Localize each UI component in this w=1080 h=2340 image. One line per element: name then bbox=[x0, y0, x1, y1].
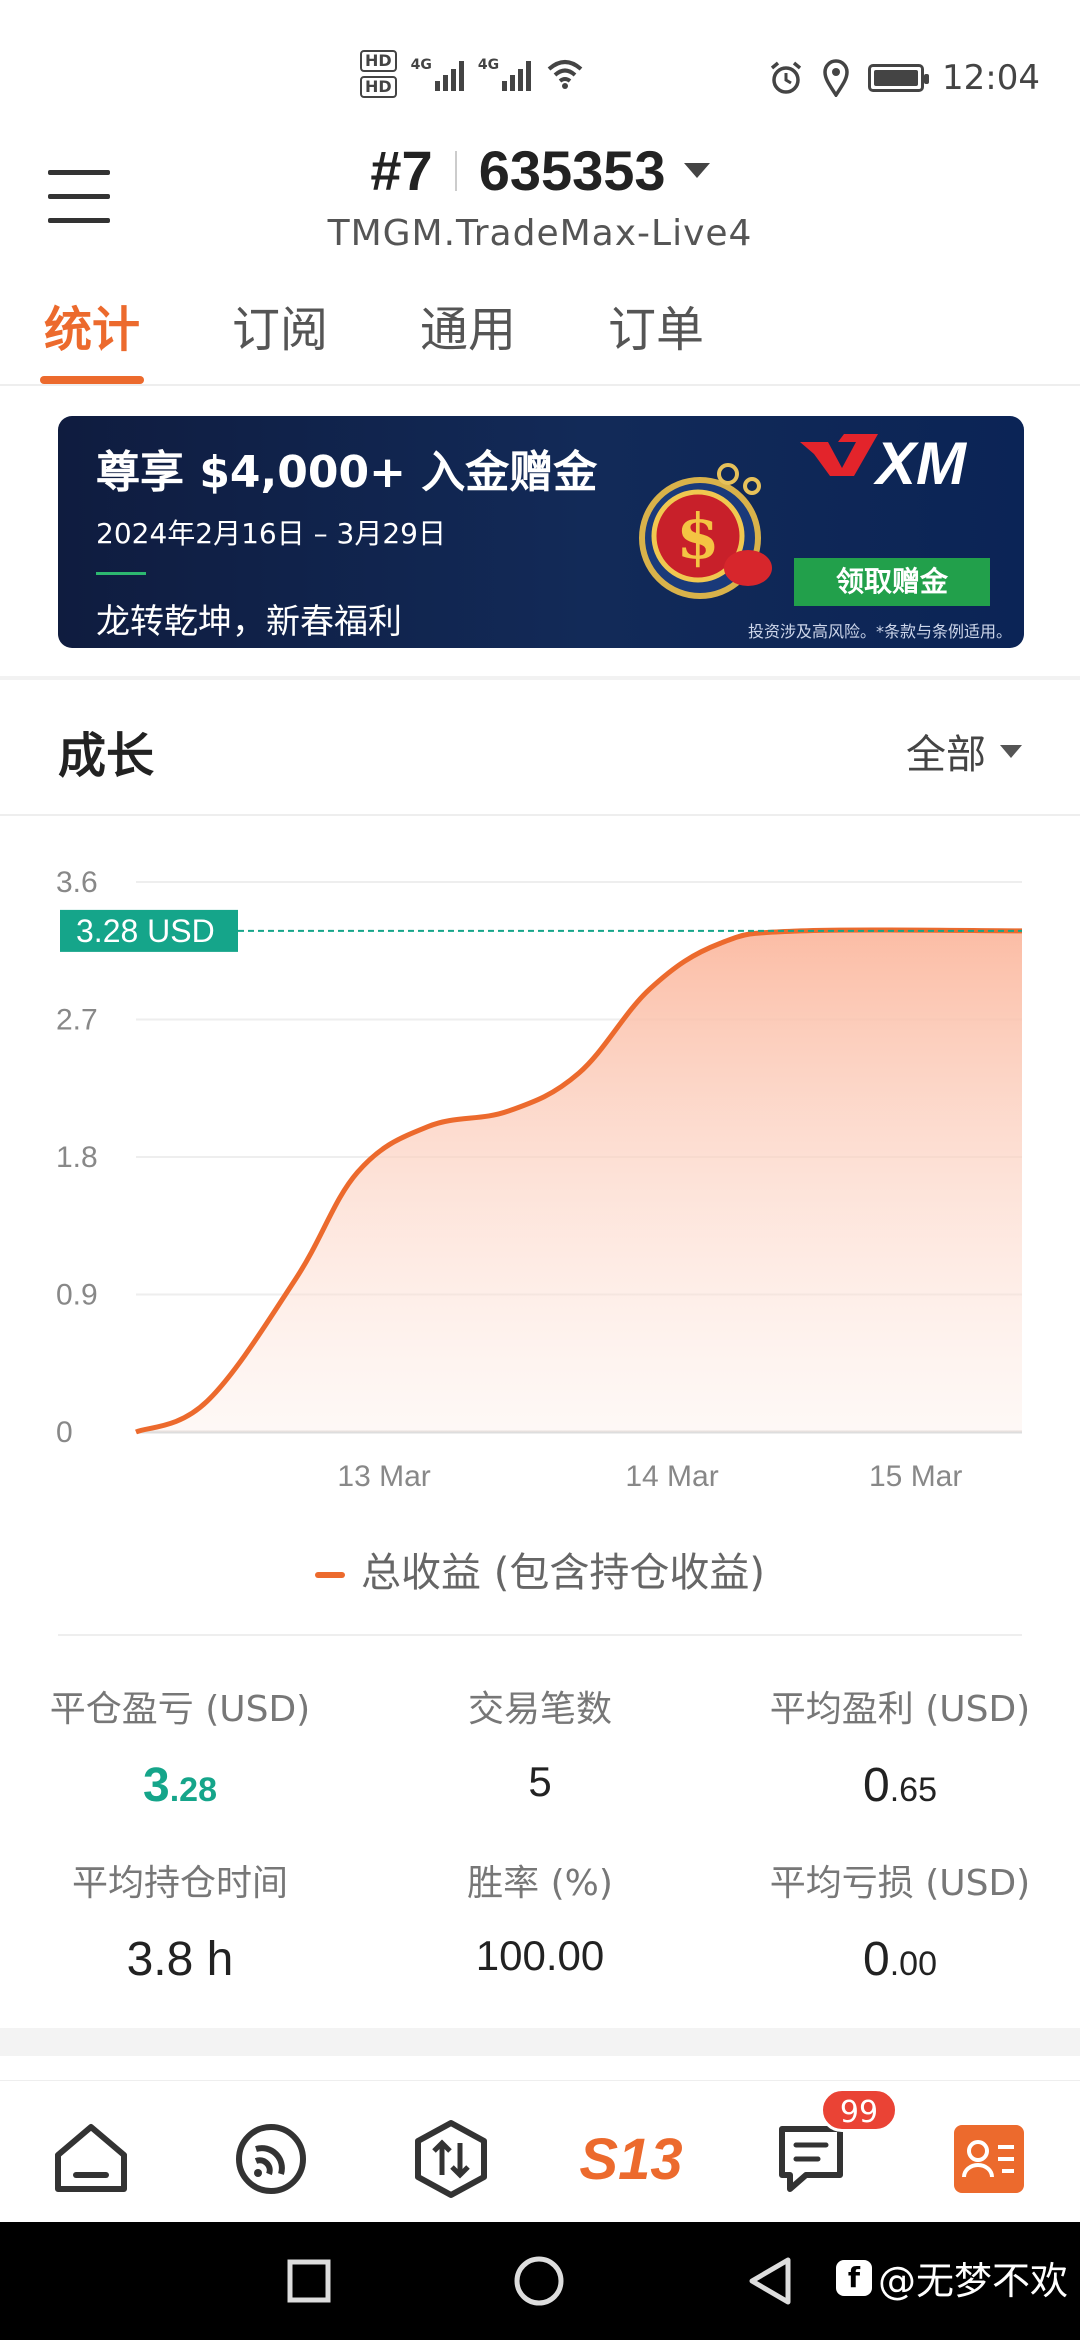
signal-strength-icon: 4G bbox=[411, 57, 464, 91]
x-tick-label: 15 Mar bbox=[869, 1460, 962, 1493]
legend-label: 总收益 (包含持仓收益) bbox=[361, 1550, 765, 1596]
banner-subtitle: 龙转乾坤，新春福利 bbox=[96, 602, 402, 642]
growth-area bbox=[136, 929, 1022, 1432]
period-filter[interactable]: 全部 bbox=[906, 722, 1022, 780]
stat-value: 3.28 bbox=[143, 1759, 217, 1812]
account-prefix: #7 bbox=[370, 139, 433, 202]
stat-label: 胜率 (%) bbox=[467, 1863, 613, 1904]
tab-bar: 统计 订阅 通用 订单 bbox=[0, 290, 1080, 386]
stat-avg-hold-time: 平均持仓时间 3.8 h bbox=[0, 1854, 360, 1987]
network-type-label: 4G bbox=[410, 57, 432, 73]
status-right: 12:04 bbox=[768, 58, 1040, 98]
stat-label: 交易笔数 bbox=[467, 1689, 612, 1730]
hd-icon: HD HD bbox=[360, 48, 397, 100]
tab-statistics[interactable]: 统计 bbox=[39, 290, 145, 386]
x-tick-label: 14 Mar bbox=[625, 1460, 718, 1493]
stat-value: 0.00 bbox=[863, 1933, 937, 1986]
home-icon[interactable] bbox=[46, 2119, 136, 2199]
server-name: TMGM.TradeMax-Live4 bbox=[327, 213, 753, 254]
banner-disclaimer: 投资涉及高风险。*条款与条例适用。 bbox=[748, 622, 1013, 641]
promo-banner[interactable]: 尊享 $4,000+ 入金赠金 2024年2月16日 – 3月29日 龙转乾坤，… bbox=[58, 416, 1024, 648]
banner-title: 尊享 $4,000+ 入金赠金 bbox=[96, 447, 598, 498]
stat-label: 平均持仓时间 bbox=[71, 1863, 288, 1904]
stat-trade-count: 交易笔数 5 bbox=[360, 1680, 720, 1806]
svg-text:$: $ bbox=[676, 500, 719, 573]
account-header[interactable]: #7 635353 TMGM.TradeMax-Live4 bbox=[0, 138, 1080, 254]
stats-divider bbox=[58, 1634, 1022, 1636]
xm-brand-text: XM bbox=[873, 430, 968, 497]
stat-label: 平均亏损 (USD) bbox=[769, 1863, 1031, 1904]
chart-legend[interactable]: 总收益 (包含持仓收益) bbox=[0, 1540, 1080, 1598]
account-dropdown-icon[interactable] bbox=[683, 163, 710, 178]
tab-orders[interactable]: 订单 bbox=[608, 290, 704, 386]
stat-label: 平仓盈亏 (USD) bbox=[49, 1689, 311, 1730]
location-icon bbox=[823, 59, 849, 97]
battery-icon bbox=[868, 64, 930, 92]
stat-value: 0.65 bbox=[863, 1759, 937, 1812]
stat-win-rate: 胜率 (%) 100.00 bbox=[360, 1854, 720, 1980]
status-bar: HD HD 4G 4G 12:04 bbox=[0, 0, 1080, 130]
trade-icon[interactable] bbox=[406, 2119, 496, 2199]
account-selector[interactable]: #7 635353 bbox=[370, 138, 710, 203]
stat-label: 平均盈利 (USD) bbox=[769, 1689, 1031, 1730]
banner-divider bbox=[96, 572, 146, 575]
recent-apps-icon[interactable] bbox=[286, 2258, 332, 2304]
stat-closed-pnl: 平仓盈亏 (USD) 3.28 bbox=[0, 1680, 360, 1813]
signal-icon[interactable] bbox=[226, 2119, 316, 2199]
bottom-nav: S13 bbox=[0, 2080, 1080, 2222]
content-end-band bbox=[0, 2028, 1080, 2056]
dragon-coin-icon: $ bbox=[639, 463, 772, 599]
hd1-label: HD bbox=[360, 50, 397, 72]
home-button-icon[interactable] bbox=[512, 2254, 566, 2308]
y-tick-label: 0.9 bbox=[56, 1279, 98, 1312]
account-number: 635353 bbox=[478, 139, 666, 202]
stat-value: 100.00 bbox=[475, 1932, 605, 1979]
legend-swatch bbox=[315, 1572, 346, 1578]
y-tick-label: 3.6 bbox=[56, 866, 98, 899]
stat-value: 3.8 h bbox=[126, 1933, 234, 1986]
current-value-label: 3.28 USD bbox=[76, 913, 215, 949]
network-indicators: HD HD 4G 4G bbox=[360, 48, 585, 100]
tab-general[interactable]: 通用 bbox=[420, 290, 516, 386]
s13-icon[interactable]: S13 bbox=[576, 2119, 686, 2199]
y-tick-label: 0 bbox=[56, 1416, 73, 1449]
profile-icon[interactable] bbox=[944, 2119, 1034, 2199]
wifi-icon bbox=[547, 60, 583, 89]
banner-date: 2024年2月16日 – 3月29日 bbox=[96, 517, 446, 550]
tab-subscription[interactable]: 订阅 bbox=[232, 290, 328, 386]
stat-avg-profit: 平均盈利 (USD) 0.65 bbox=[720, 1680, 1080, 1813]
network-type-label-2: 4G bbox=[477, 57, 500, 73]
alarm-icon bbox=[770, 61, 802, 94]
svg-text:S13: S13 bbox=[579, 2127, 682, 2192]
watermark-text: @无梦不欢 bbox=[878, 2259, 1069, 2303]
stat-avg-loss: 平均亏损 (USD) 0.00 bbox=[720, 1854, 1080, 1987]
back-icon[interactable] bbox=[744, 2254, 794, 2308]
xm-logo: XM bbox=[800, 430, 968, 497]
clock: 12:04 bbox=[942, 58, 1040, 98]
y-tick-label: 2.7 bbox=[56, 1004, 98, 1037]
period-filter-label: 全部 bbox=[906, 732, 986, 778]
x-tick-label: 13 Mar bbox=[337, 1460, 430, 1493]
chevron-down-icon bbox=[1000, 744, 1022, 758]
social-logo-icon: f bbox=[836, 2259, 872, 2296]
signal-strength-icon-2: 4G bbox=[477, 57, 532, 91]
hd2-label: HD bbox=[360, 76, 397, 98]
growth-chart[interactable]: 3.28 USD 0 0.9 1.8 2.7 3.6 13 Mar 14 Mar 15 Ma… bbox=[0, 840, 1080, 1500]
account-separator bbox=[454, 150, 457, 191]
y-tick-label: 1.8 bbox=[56, 1141, 98, 1174]
growth-title: 成长 bbox=[58, 728, 155, 784]
stat-value: 5 bbox=[528, 1758, 552, 1805]
message-count-badge: 99 bbox=[820, 2088, 898, 2132]
section-divider bbox=[0, 676, 1080, 680]
section-line bbox=[0, 814, 1080, 816]
watermark: f @无梦不欢 bbox=[836, 2250, 1068, 2305]
claim-bonus-button[interactable]: 领取赠金 bbox=[794, 558, 990, 606]
